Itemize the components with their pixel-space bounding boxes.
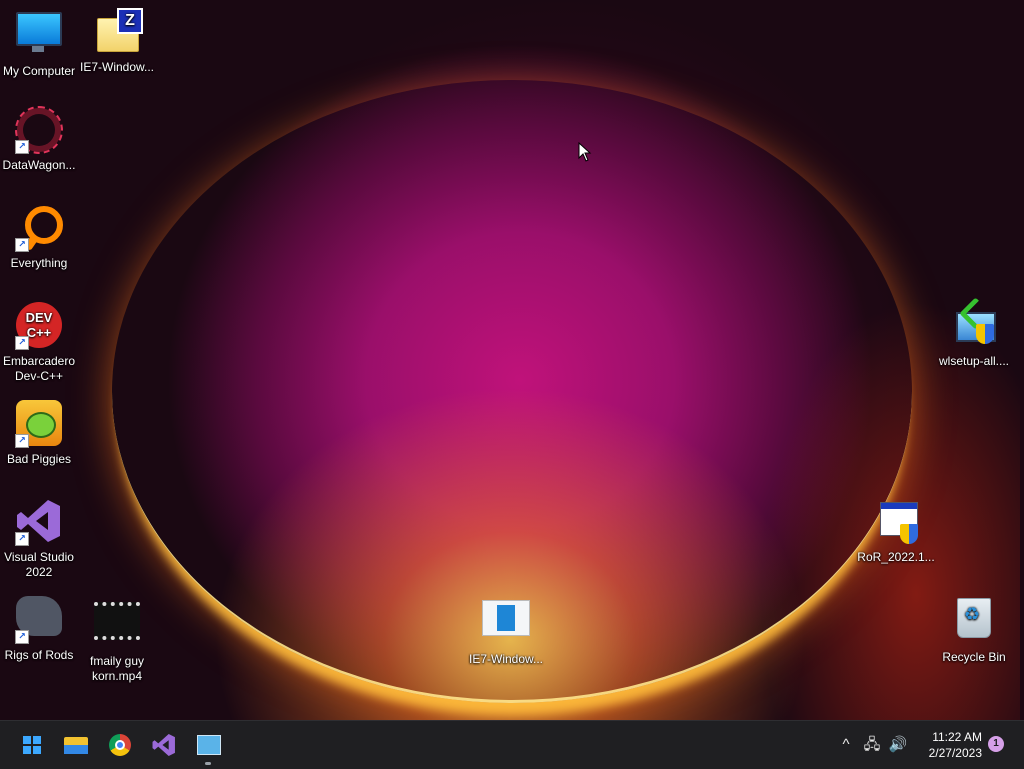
desktop-icon-recycle-bin[interactable]: Recycle Bin: [935, 592, 1013, 665]
icon-label: DataWagon...: [2, 158, 76, 172]
icon-label: IE7-Window...: [468, 652, 544, 666]
installer-window-icon: [482, 600, 530, 648]
icon-label: Embarcadero Dev-C++: [2, 354, 76, 383]
mouse-pointer-icon: [578, 141, 592, 167]
desktop-icon-my-computer[interactable]: My Computer: [0, 4, 78, 79]
file-explorer-button[interactable]: [58, 727, 94, 763]
icon-label: Recycle Bin: [942, 650, 1006, 664]
visual-studio-button[interactable]: [146, 727, 182, 763]
chrome-icon: [109, 734, 131, 756]
clock-time: 11:22 AM: [932, 730, 982, 744]
visual-studio-logo-icon: ↗: [15, 498, 63, 546]
icon-label: Rigs of Rods: [4, 648, 74, 662]
installer-icon: [872, 498, 920, 546]
desktop-icon-ie7-window-folder[interactable]: Z IE7-Window...: [78, 4, 156, 75]
volume-icon[interactable]: 🔊: [888, 735, 908, 755]
icon-label: IE7-Window...: [79, 60, 155, 74]
desktop-icon-ror[interactable]: RoR_2022.1...: [857, 494, 935, 565]
icon-label: RoR_2022.1...: [857, 550, 935, 564]
notification-badge[interactable]: 1: [988, 736, 1004, 752]
visual-studio-icon: [152, 733, 176, 757]
windows-logo-icon: [23, 736, 41, 754]
desktop-icon-everything[interactable]: ↗ Everything: [0, 200, 78, 271]
desktop-icon-devcpp[interactable]: DEV C++ ↗ Embarcadero Dev-C++: [0, 298, 78, 384]
desktop-icon-ie7-window-center[interactable]: IE7-Window...: [467, 592, 545, 667]
desktop-icon-family-guy[interactable]: fmaily guy korn.mp4: [78, 592, 156, 684]
computer-icon: [15, 12, 63, 60]
screen-recorder-button[interactable]: [190, 727, 226, 765]
zip-folder-icon: Z: [93, 8, 143, 56]
icon-label: wlsetup-all....: [938, 354, 1010, 368]
zip-badge: Z: [117, 8, 143, 34]
desktop[interactable]: My Computer Z IE7-Window... ↗ DataWagon.…: [0, 0, 1024, 720]
screen-recorder-icon: [197, 735, 221, 755]
icon-label: My Computer: [2, 64, 76, 78]
desktop-icon-wlsetup[interactable]: wlsetup-all....: [935, 297, 1013, 369]
pig-icon: ↗: [15, 400, 63, 448]
rigs-of-rods-icon: ↗: [15, 596, 63, 644]
desktop-icon-datawagon[interactable]: ↗ DataWagon...: [0, 102, 78, 173]
shortcut-arrow-icon: ↗: [15, 336, 29, 350]
setup-icon: [950, 297, 998, 350]
recycle-bin-icon: [950, 598, 998, 646]
chrome-button[interactable]: [102, 727, 138, 763]
video-file-icon: [93, 602, 141, 650]
folder-icon: [64, 737, 88, 754]
icon-label: Bad Piggies: [6, 452, 72, 466]
icon-label: fmaily guy korn.mp4: [89, 654, 145, 683]
magnifier-icon: ↗: [15, 204, 63, 252]
network-icon[interactable]: 🖧: [862, 735, 882, 755]
desktop-icon-rigs-of-rods[interactable]: ↗ Rigs of Rods: [0, 592, 78, 663]
shortcut-arrow-icon: ↗: [15, 434, 29, 448]
start-button[interactable]: [14, 727, 50, 763]
desktop-icon-visual-studio[interactable]: ↗ Visual Studio 2022: [0, 494, 78, 580]
chevron-up-icon[interactable]: ^: [836, 735, 856, 755]
shortcut-arrow-icon: ↗: [15, 630, 29, 644]
taskbar: ^ 🖧 🔊 11:22 AM 2/27/2023: [0, 720, 1024, 769]
devcpp-icon: DEV C++ ↗: [15, 302, 63, 350]
icon-label: Visual Studio 2022: [4, 550, 74, 579]
clock[interactable]: 11:22 AM 2/27/2023: [916, 729, 982, 761]
shortcut-arrow-icon: ↗: [15, 238, 29, 252]
desktop-icon-bad-piggies[interactable]: ↗ Bad Piggies: [0, 396, 78, 467]
clock-date: 2/27/2023: [928, 746, 982, 760]
datawagon-icon: ↗: [15, 106, 63, 154]
icon-label: Everything: [10, 256, 68, 270]
shortcut-arrow-icon: ↗: [15, 532, 29, 546]
shortcut-arrow-icon: ↗: [15, 140, 29, 154]
